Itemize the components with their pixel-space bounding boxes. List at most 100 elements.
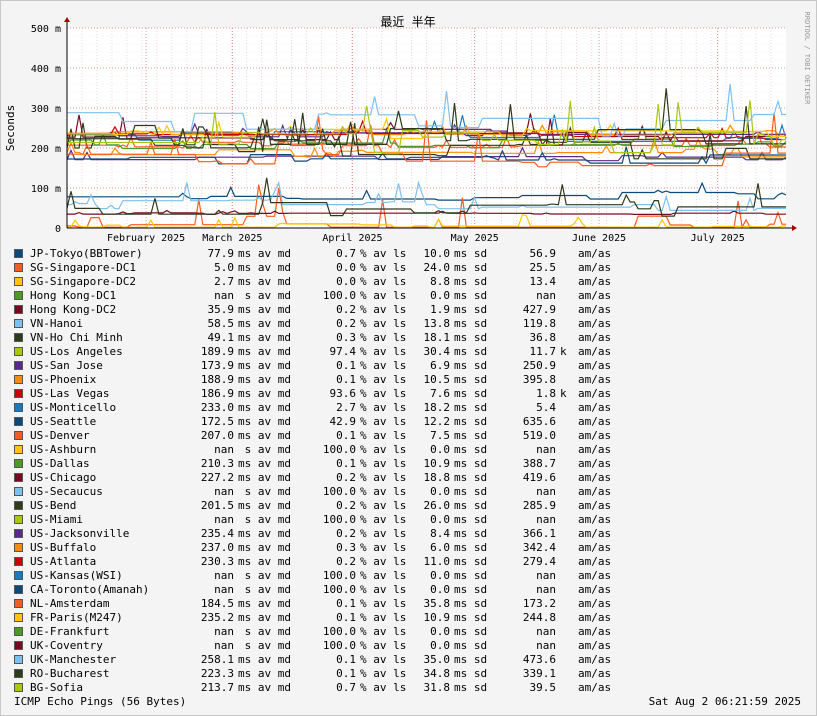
legend-sd-value: 30.4	[423, 345, 451, 358]
legend-swatch	[14, 585, 23, 594]
y-tick-label: 400 m	[31, 64, 61, 75]
legend-sd-value: 7.5	[430, 429, 450, 442]
legend-avg-value: 172.5	[200, 415, 234, 428]
legend-sd-unit: ms sd	[454, 639, 488, 652]
legend-ratio-unit: am/as	[578, 653, 612, 666]
legend-row: US-Jacksonville 235.4 ms av md 0.2% av ls 8.…	[14, 527, 614, 541]
legend-series-name: NL-Amsterdam	[30, 597, 110, 610]
legend-swatch	[14, 403, 23, 412]
legend-sd-unit: ms sd	[454, 667, 488, 680]
legend-ratio-value: 173.2	[522, 597, 556, 610]
legend-ratio-value: nan	[536, 513, 556, 526]
legend-swatch	[14, 249, 23, 258]
x-tick-label: February 2025	[107, 233, 185, 244]
x-tick-label: April 2025	[322, 233, 382, 244]
legend-series-name: Hong Kong-DC2	[30, 303, 117, 316]
legend-row: VN-Hanoi 58.5 ms av md 0.2% av ls 13.8 ms sd 1…	[14, 317, 614, 331]
legend-swatch	[14, 305, 23, 314]
legend-ratio-value: 388.7	[522, 457, 556, 470]
legend-sd-value: 13.8	[423, 317, 451, 330]
legend-ratio-value: 25.5	[529, 261, 557, 274]
legend-ratio-unit: am/as	[578, 625, 612, 638]
legend-series-name: US-Atlanta	[30, 555, 97, 568]
legend-loss-value: 0.1	[336, 457, 356, 470]
legend-ratio-value: 119.8	[522, 317, 556, 330]
legend-series-name: US-Los Angeles	[30, 345, 123, 358]
legend-swatch	[14, 683, 23, 692]
legend-loss-value: 0.3	[336, 331, 356, 344]
legend-ratio-unit: am/as	[578, 485, 612, 498]
legend-avg-value: 2.7	[214, 275, 234, 288]
legend-series-name: US-Las Vegas	[30, 387, 110, 400]
legend-sd-value: 0.0	[430, 289, 450, 302]
legend-ratio-value: nan	[536, 289, 556, 302]
legend-ratio-unit: am/as	[578, 345, 612, 358]
legend-row: DE-Frankfurt nan s av md 100.0% av ls 0.0 ms…	[14, 625, 614, 639]
legend-ratio-value: 36.8	[529, 331, 557, 344]
legend-sd-unit: ms sd	[454, 527, 488, 540]
legend-sd-value: 0.0	[430, 485, 450, 498]
legend-series-name: US-Phoenix	[30, 373, 97, 386]
legend-series-name: US-Denver	[30, 429, 90, 442]
legend-swatch	[14, 515, 23, 524]
legend-avg-value: nan	[214, 289, 234, 302]
legend-ratio-value: 56.9	[529, 247, 557, 260]
legend-ratio-value: nan	[536, 443, 556, 456]
legend-ratio-unit: am/as	[578, 289, 612, 302]
legend-row: US-Dallas 210.3 ms av md 0.1% av ls 10.9 ms s…	[14, 457, 614, 471]
legend-swatch	[14, 333, 23, 342]
x-axis-arrow	[792, 225, 797, 231]
legend-sd-value: 24.0	[423, 261, 451, 274]
legend-sd-unit: ms sd	[454, 317, 488, 330]
legend-loss-value: 0.2	[336, 317, 356, 330]
legend-ratio-value: 342.4	[522, 541, 556, 554]
legend-row: Hong Kong-DC2 35.9 ms av md 0.2% av ls 1.9 ms…	[14, 303, 614, 317]
legend-loss-value: 0.2	[336, 471, 356, 484]
legend-avg-value: 210.3	[200, 457, 234, 470]
legend-swatch	[14, 669, 23, 678]
legend-row: JP-Tokyo(BBTower) 77.9 ms av md 0.7% av ls 1…	[14, 247, 614, 261]
legend-ratio-unit: am/as	[578, 471, 612, 484]
legend-swatch	[14, 627, 23, 636]
legend-series-name: CA-Toronto(Amanah)	[30, 583, 150, 596]
legend-row: CA-Toronto(Amanah) nan s av md 100.0% av l…	[14, 583, 614, 597]
legend-ratio-unit: am/as	[578, 261, 612, 274]
legend-avg-value: 230.3	[200, 555, 234, 568]
legend-ratio-unit: am/as	[578, 303, 612, 316]
legend-loss-value: 0.2	[336, 527, 356, 540]
legend-sd-unit: ms sd	[454, 303, 488, 316]
legend-row: US-Ashburn nan s av md 100.0% av ls 0.0 ms s…	[14, 443, 614, 457]
legend-avg-value: 235.2	[200, 611, 234, 624]
y-axis-arrow	[64, 17, 70, 22]
legend-loss-value: 100.0	[322, 639, 356, 652]
legend-ratio-prefix: k	[560, 345, 567, 358]
legend-row: US-Las Vegas 186.9 ms av md 93.6% av ls 7.6 m…	[14, 387, 614, 401]
legend-swatch	[14, 501, 23, 510]
legend-avg-value: 207.0	[200, 429, 234, 442]
footer-description: ICMP Echo Pings (56 Bytes)	[14, 695, 187, 708]
legend-swatch	[14, 263, 23, 272]
legend-row: US-Seattle 172.5 ms av md 42.9% av ls 12.2 ms…	[14, 415, 614, 429]
legend-loss-value: 100.0	[322, 485, 356, 498]
legend-swatch	[14, 571, 23, 580]
legend-row: UK-Manchester 258.1 ms av md 0.1% av ls 35.0…	[14, 653, 614, 667]
legend-ratio-unit: am/as	[578, 611, 612, 624]
legend-swatch	[14, 529, 23, 538]
legend-swatch	[14, 613, 23, 622]
legend-ratio-value: 519.0	[522, 429, 556, 442]
legend-row: US-Kansas(WSI) nan s av md 100.0% av ls 0.0…	[14, 569, 614, 583]
legend-ratio-value: 339.1	[522, 667, 556, 680]
legend-ratio-unit: am/as	[578, 401, 612, 414]
legend-swatch	[14, 319, 23, 328]
legend-series-name: US-San Jose	[30, 359, 103, 372]
legend-swatch	[14, 361, 23, 370]
legend-ratio-value: 244.8	[522, 611, 556, 624]
legend-row: UK-Coventry nan s av md 100.0% av ls 0.0 ms …	[14, 639, 614, 653]
legend-loss-value: 0.2	[336, 555, 356, 568]
legend-avg-value: nan	[214, 485, 234, 498]
legend-ratio-value: 5.4	[536, 401, 556, 414]
legend-ratio-unit: am/as	[578, 639, 612, 652]
legend-ratio-unit: am/as	[578, 373, 612, 386]
legend-avg-value: 237.0	[200, 541, 234, 554]
legend-series-name: US-Miami	[30, 513, 83, 526]
